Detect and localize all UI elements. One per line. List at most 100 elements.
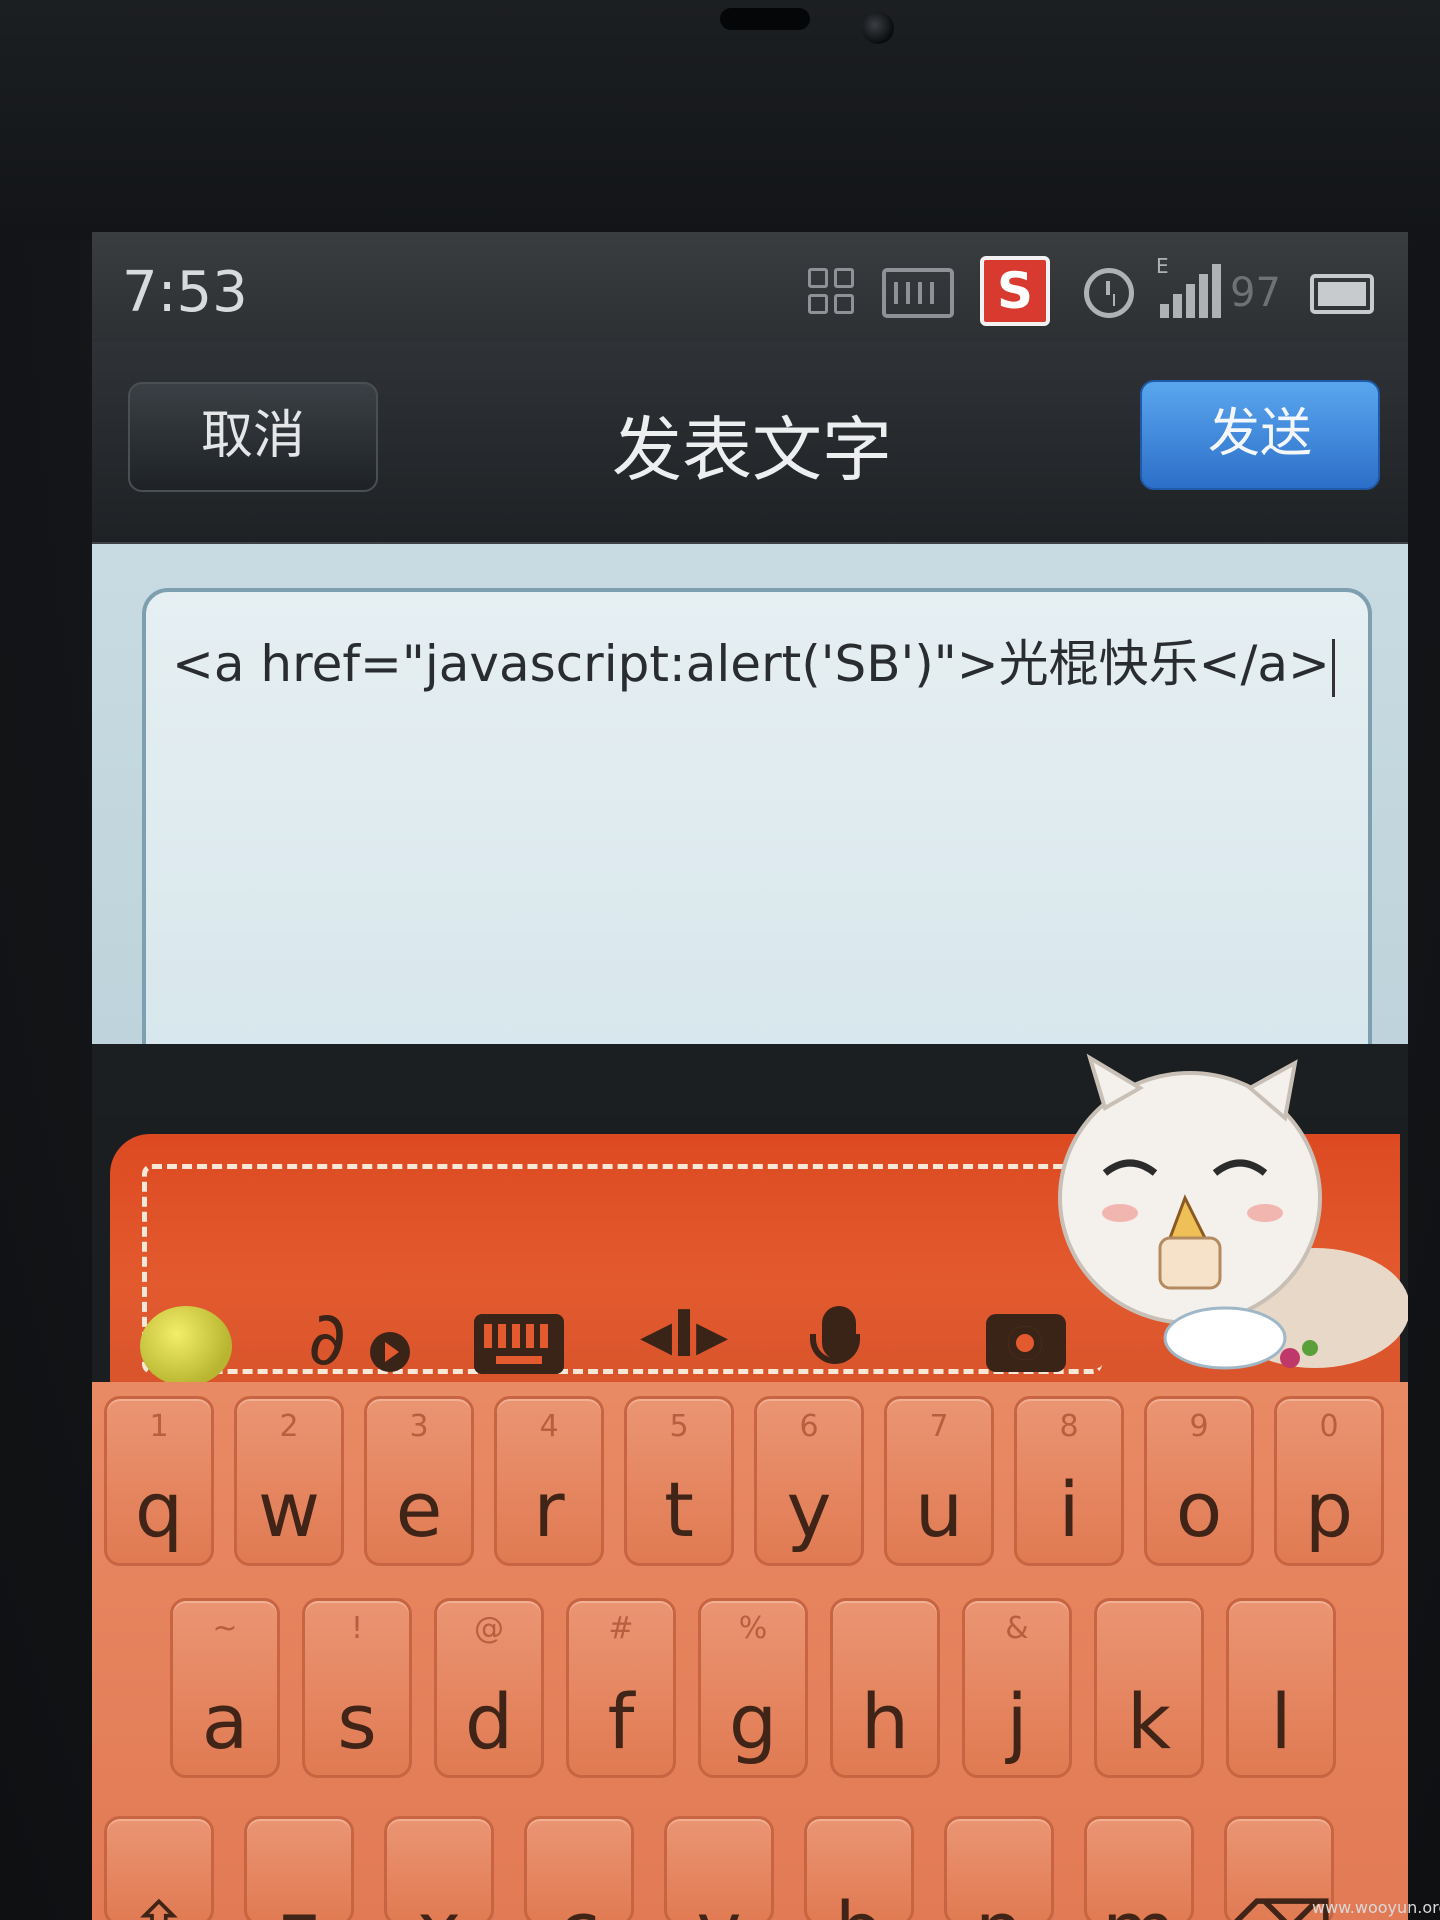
key-label: u [914,1465,964,1554]
key-label: m [1087,1885,1191,1920]
grid-icon [808,264,862,320]
key-hint: 0 [1319,1409,1339,1444]
keyboard-status-icon [882,268,954,318]
key-label: o [1175,1465,1223,1554]
key-h[interactable]: h [830,1598,940,1778]
key-z[interactable]: z [244,1816,354,1920]
key-hint: 5 [669,1409,689,1444]
status-bar: 7:53 S E 97 [92,232,1408,342]
compose-text-input[interactable]: <a href="javascript:alert('SB')">光棍快乐</a… [142,588,1372,1108]
keyboard-icon[interactable] [474,1314,564,1374]
key-hint: 3 [409,1409,429,1444]
key-label: d [464,1677,514,1766]
key-hint: @ [474,1611,504,1646]
page-title: 发表文字 [612,409,892,491]
key-hint: 9 [1189,1409,1209,1444]
alarm-icon [1084,268,1134,318]
key-label: z [247,1885,351,1920]
key-label: y [786,1465,832,1554]
key-d[interactable]: @ d [434,1598,544,1778]
microphone-icon[interactable] [810,1306,860,1364]
key-u[interactable]: 7u [884,1396,994,1566]
title-bar: 取消 发表文字 发送 [92,342,1408,544]
key-hint: 2 [279,1409,299,1444]
key-label: s [337,1677,377,1766]
key-label: e [395,1465,443,1554]
key-label: v [667,1885,771,1920]
key-label: b [807,1885,911,1920]
key-m[interactable]: m [1084,1816,1194,1920]
key-hint: 7 [929,1409,949,1444]
soft-keyboard: 1q2w3e4r5t6y7u8i9o0p~a!s@d#f%gh&jkl⇧zxcv… [92,1382,1408,1920]
key-label: l [1270,1677,1292,1766]
cancel-button[interactable]: 取消 [128,382,378,492]
watermark-text: www.wooyun.org [1312,1898,1440,1917]
key-label: q [134,1465,184,1554]
cat-mascot-illustration [1058,1053,1408,1370]
key-j[interactable]: & j [962,1598,1072,1778]
toolbar-dashed-border [142,1164,1102,1374]
key-hint: # [608,1611,634,1646]
key-label: j [1006,1677,1028,1766]
key-q[interactable]: 1q [104,1396,214,1566]
key-f[interactable]: # f [566,1598,676,1778]
key-label: f [607,1677,635,1766]
key-label: n [947,1885,1051,1920]
key-label: p [1304,1465,1354,1554]
key-label: r [533,1465,565,1554]
battery-icon [1310,274,1374,314]
key-hint: ! [350,1611,364,1646]
key-r[interactable]: 4r [494,1396,604,1566]
key-a[interactable]: ~ a [170,1598,280,1778]
text-caret [1331,638,1335,697]
key-hint: 4 [539,1409,559,1444]
key-g[interactable]: % g [698,1598,808,1778]
key-hint: 8 [1059,1409,1079,1444]
key-label: i [1058,1465,1080,1554]
key-hint: 1 [149,1409,169,1444]
battery-percent: 97 [1230,270,1281,316]
cursor-move-icon[interactable]: ◂I▸ [640,1298,728,1372]
key-p[interactable]: 0p [1274,1396,1384,1566]
key-n[interactable]: n [944,1816,1054,1920]
play-icon [370,1332,410,1372]
front-camera [862,12,894,44]
key-⇧[interactable]: ⇧ [104,1816,214,1920]
key-label: a [201,1677,249,1766]
key-v[interactable]: v [664,1816,774,1920]
key-i[interactable]: 8i [1014,1396,1124,1566]
compose-text: <a href="javascript:alert('SB')">光棍快乐</a… [172,635,1330,693]
key-b[interactable]: b [804,1816,914,1920]
key-label: c [527,1885,631,1920]
key-hint: % [738,1611,768,1646]
key-k[interactable]: k [1094,1598,1204,1778]
send-button[interactable]: 发送 [1140,380,1380,490]
key-c[interactable]: c [524,1816,634,1920]
signal-icon [1160,262,1221,318]
key-e[interactable]: 3e [364,1396,474,1566]
phone-bezel [0,0,1440,240]
key-label: w [257,1465,321,1554]
key-label: g [728,1677,778,1766]
key-label: k [1126,1677,1171,1766]
key-y[interactable]: 6y [754,1396,864,1566]
photo-of-phone: 7:53 S E 97 取消 发表文字 发送 <a href="javascri… [0,0,1440,1920]
key-label: x [387,1885,491,1920]
compose-panel: <a href="javascript:alert('SB')">光棍快乐</a… [92,544,1408,1108]
key-t[interactable]: 5t [624,1396,734,1566]
key-w[interactable]: 2w [234,1396,344,1566]
earpiece [720,8,810,30]
status-time: 7:53 [122,260,248,325]
key-x[interactable]: x [384,1816,494,1920]
attach-icon[interactable]: ∂ [308,1296,346,1382]
key-s[interactable]: ! s [302,1598,412,1778]
phone-screen: 7:53 S E 97 取消 发表文字 发送 <a href="javascri… [92,232,1408,1920]
lime-decoration [140,1306,232,1386]
key-l[interactable]: l [1226,1598,1336,1778]
key-o[interactable]: 9o [1144,1396,1254,1566]
key-hint: 6 [799,1409,819,1444]
s-app-icon: S [980,256,1050,326]
key-hint: ~ [212,1611,238,1646]
key-label: t [664,1465,694,1554]
key-label: h [860,1677,910,1766]
